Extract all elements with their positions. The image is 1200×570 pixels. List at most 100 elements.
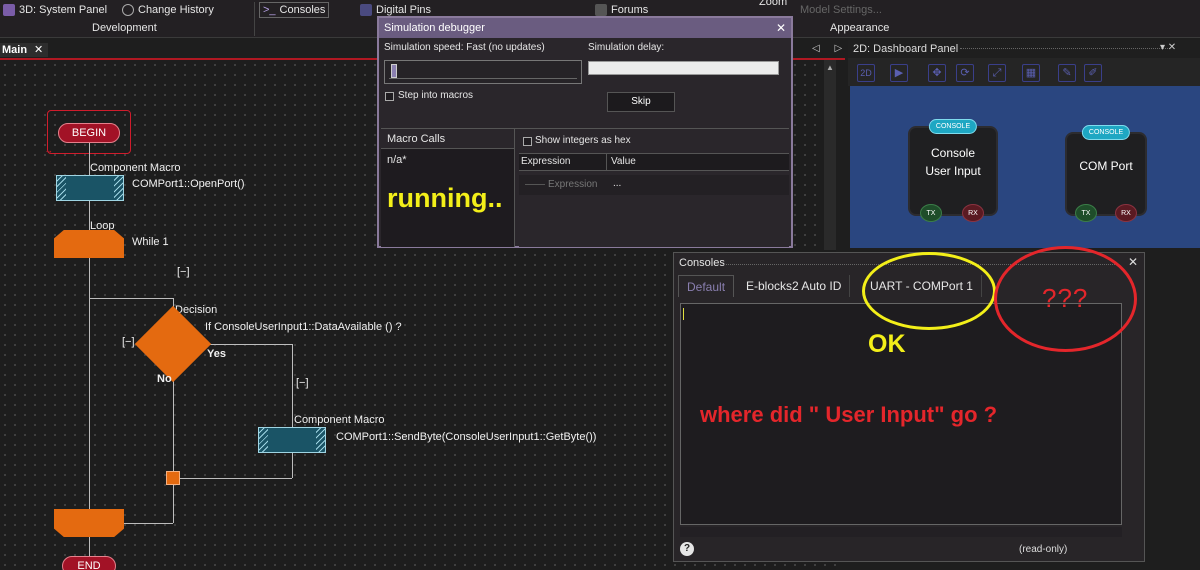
consoles-status-bar: ? (read-only) [674,540,1144,560]
ribbon-separator [254,2,255,36]
cube-icon [3,4,15,16]
macro2-call-label: COMPort1::SendByte(ConsoleUserInput1::Ge… [336,431,597,443]
connector [173,485,174,523]
macro1-block[interactable] [56,175,124,201]
loop-collapse-marker[interactable]: [−] [177,266,190,278]
resize-icon[interactable]: ⤢ [988,64,1006,82]
tab-eblocks2-auto-id[interactable]: E-blocks2 Auto ID [738,275,851,297]
col-expression: Expression [521,156,571,167]
rotate-icon[interactable]: ⟳ [956,64,974,82]
yes-branch-collapse-marker[interactable]: [−] [296,377,309,389]
change-history-button[interactable]: Change History [122,2,214,18]
macro2-block[interactable] [258,427,326,453]
annotation-question: where did " User Input" go ? [700,402,998,427]
help-icon[interactable]: ? [680,542,694,556]
expression-row-placeholder: Expression [548,179,598,190]
move-icon[interactable]: ✥ [928,64,946,82]
step-into-macros-label: Step into macros [398,90,474,101]
read-only-label: (read-only) [1019,544,1068,555]
close-icon[interactable]: ✕ [34,43,43,57]
macro1-call-label: COMPort1::OpenPort() [132,178,245,190]
decision-merge-junction [166,471,180,485]
sim-delay-label: Simulation delay: [588,42,665,53]
annotation-ok: OK [868,330,906,358]
tool-2d-icon[interactable]: 2D [857,64,875,82]
brush-icon[interactable]: ✐ [1084,64,1102,82]
canvas-vertical-scrollbar[interactable]: ▲ [824,60,836,250]
text-cursor [683,308,684,320]
console-user-input-component[interactable]: CONSOLE Console User Input TX RX [908,119,998,222]
col-value: Value [611,156,636,167]
console-badge: CONSOLE [928,119,978,134]
sim-speed-slider-thumb[interactable] [391,64,397,78]
sim-speed-label: Simulation speed: Fast (no updates) [384,42,545,53]
pointer-icon[interactable]: ▶ [890,64,908,82]
decision-condition-label: If ConsoleUserInput1::DataAvailable () ? [205,321,402,333]
component-label: COM Port [1079,159,1133,173]
model-settings-button[interactable]: Model Settings... [800,2,882,18]
dashboard-header-grip [960,48,1170,49]
decision-yes-label: Yes [207,348,226,360]
loop-condition-label: While 1 [132,236,169,248]
zoom-button[interactable]: Zoom [755,0,787,10]
skip-button[interactable]: Skip [607,92,675,112]
ribbon-group-appearance: Appearance [830,22,890,34]
tab-main[interactable]: Main ✕ [0,43,48,57]
consoles-title: Consoles [679,257,725,269]
console-badge: CONSOLE [1081,125,1131,140]
decision-no-label: No [157,373,172,385]
pins-icon [360,4,372,16]
console-icon: >_ [263,4,276,16]
expression-panel: Show integers as hex Expression Value Ex… [519,129,789,247]
macro-calls-value[interactable]: n/a* [387,154,407,166]
wrench-icon[interactable]: ✎ [1058,64,1076,82]
sim-delay-field[interactable] [588,61,779,75]
dashboard-canvas[interactable]: CONSOLE Console User Input TX RX CONSOLE… [850,86,1200,248]
decision-collapse-marker[interactable]: [−] [122,336,135,348]
step-into-macros-checkbox[interactable] [385,92,394,101]
expression-row[interactable]: Expression ... [519,175,789,195]
connector [173,370,174,472]
connector [89,537,90,556]
begin-terminal[interactable]: BEGIN [58,123,120,143]
connector [200,344,292,345]
tx-pin[interactable]: TX [1075,204,1097,222]
component-label: Console User Input [925,146,981,178]
tab-default[interactable]: Default [678,275,735,297]
pin-icon[interactable]: ▾ ✕ [1160,42,1176,53]
connector [292,453,293,478]
system-panel-button[interactable]: 3D: System Panel [3,2,107,18]
close-icon[interactable]: ✕ [776,18,786,38]
show-hex-label: Show integers as hex [535,135,631,146]
tab-nav-arrows[interactable]: ◁ ▷ [812,43,848,54]
annotation-question-marks: ??? [1042,283,1089,313]
annotation-yellow-circle [862,252,996,330]
consoles-button[interactable]: >_ Consoles [259,2,330,18]
macro2-type-label: Component Macro [294,414,385,426]
expression-table-header: Expression Value [519,153,789,171]
rx-pin[interactable]: RX [962,204,984,222]
connector [89,258,90,509]
tx-pin[interactable]: TX [920,204,942,222]
sim-speed-slider[interactable] [384,60,582,84]
macro1-type-label: Component Macro [90,162,181,174]
loop-end-block[interactable] [54,509,124,537]
sim-debugger-titlebar[interactable]: Simulation debugger ✕ [379,18,791,38]
annotation-running: running.. [387,183,503,213]
grid-icon[interactable]: ▦ [1022,64,1040,82]
show-hex-checkbox[interactable] [523,137,532,146]
close-icon[interactable]: ✕ [1128,255,1138,269]
connector [292,344,293,427]
loop-start-block[interactable] [54,230,124,258]
console-horizontal-scrollbar[interactable] [680,527,1122,537]
start-arrow-icon: → [44,145,53,155]
history-icon [122,4,134,16]
forums-icon [595,4,607,16]
macro-calls-header: Macro Calls [381,129,514,149]
com-port-component[interactable]: CONSOLE COM Port TX RX [1065,125,1147,222]
scroll-up-icon[interactable]: ▲ [826,63,834,72]
end-terminal[interactable]: END [62,556,116,570]
dashboard-panel-header[interactable]: 2D: Dashboard Panel [848,40,1200,58]
rx-pin[interactable]: RX [1115,204,1137,222]
connector [89,298,173,299]
